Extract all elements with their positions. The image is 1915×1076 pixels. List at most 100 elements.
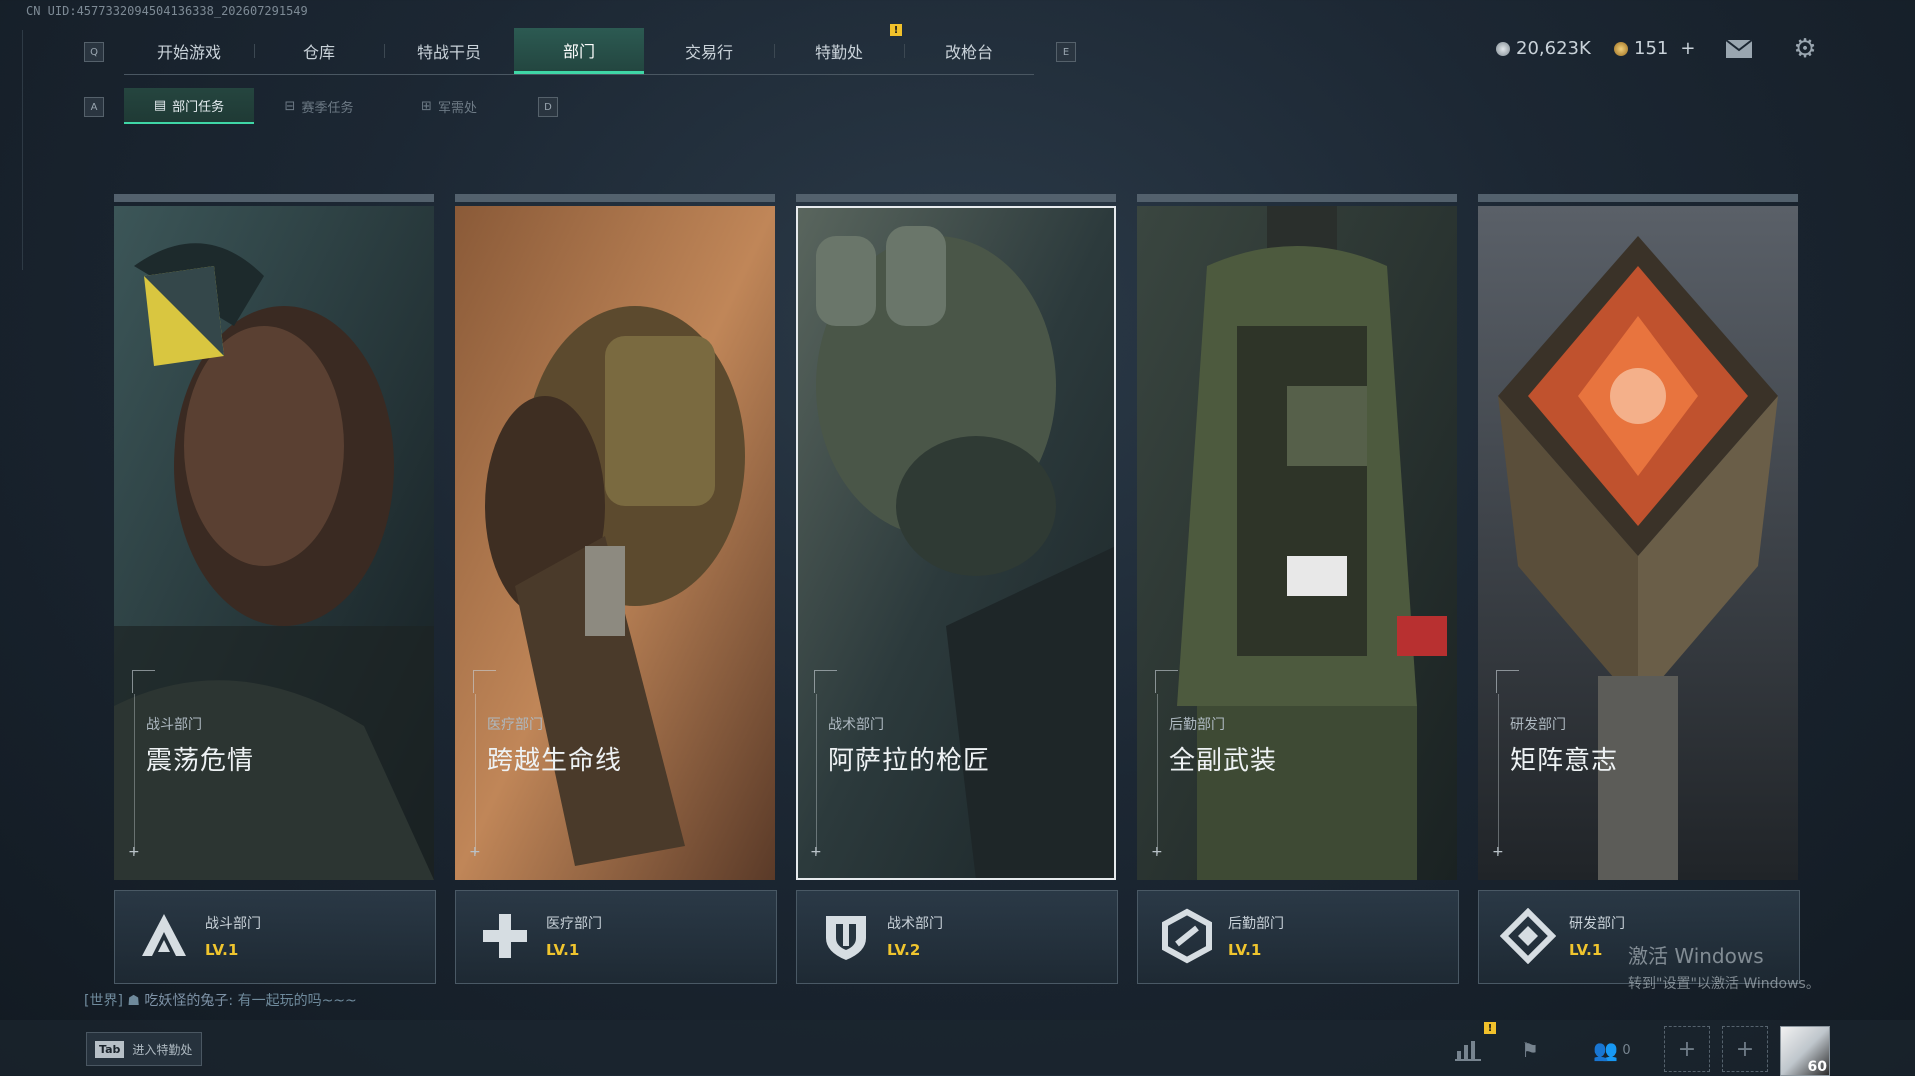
card-header-bar — [796, 194, 1116, 202]
dept-name: 研发部门 — [1569, 916, 1625, 932]
corner-bracket — [1155, 670, 1178, 693]
card-header-bar — [455, 194, 775, 202]
chat-message: 有一起玩的吗~~~ — [237, 993, 357, 1009]
left-decoration-line — [22, 30, 23, 270]
sub-nav: ▤ 部门任务 ⊟ 赛季任务 ⊞ 军需处 — [124, 88, 514, 124]
prev-sub-key[interactable]: A — [84, 97, 104, 117]
card-art — [455, 206, 775, 880]
friends-count: 0 — [1622, 1042, 1631, 1058]
next-tab-key[interactable]: E — [1056, 42, 1076, 62]
tab-gunsmith[interactable]: 改枪台 — [904, 28, 1034, 74]
card-header-bar — [1137, 194, 1457, 202]
dept-info-logistics[interactable]: 后勤部门 LV.1 — [1137, 890, 1459, 984]
dept-card-medical[interactable]: + 医疗部门 跨越生命线 — [455, 194, 775, 880]
player-avatar[interactable]: 60 — [1780, 1026, 1830, 1076]
tactical-emblem-icon — [815, 905, 877, 967]
card-art — [1137, 206, 1457, 880]
combat-operator-illustration — [114, 206, 434, 880]
subtab-label: 部门任务 — [172, 99, 225, 115]
card-guide-line — [134, 694, 135, 854]
watermark-line1: 激活 Windows — [1628, 944, 1764, 968]
add-party-slot-2[interactable]: + — [1722, 1026, 1768, 1072]
tab-trading[interactable]: 交易行 — [644, 28, 774, 74]
season-icon: ⊟ — [284, 98, 296, 114]
card-title: 矩阵意志 — [1510, 746, 1619, 776]
flag-icon[interactable]: ⚑ — [1514, 1034, 1546, 1066]
tab-operators[interactable]: 特战干员 — [384, 28, 514, 74]
add-currency-button[interactable]: + — [1680, 38, 1695, 59]
settings-gear-icon[interactable]: ⚙ — [1790, 34, 1820, 64]
subtab-supply[interactable]: ⊞ 军需处 — [384, 88, 514, 124]
subtab-label: 赛季任务 — [301, 100, 354, 116]
stats-alert-badge: ! — [1484, 1022, 1496, 1034]
friends-button[interactable]: 👥 0 — [1586, 1034, 1638, 1066]
nav-warning-badge: ! — [890, 24, 902, 36]
chat-channel: [世界] — [84, 993, 123, 1009]
next-sub-key[interactable]: D — [538, 97, 558, 117]
prev-tab-key[interactable]: Q — [84, 42, 104, 62]
currency-main: 20,623K — [1496, 38, 1591, 59]
card-header-bar — [1478, 194, 1798, 202]
medical-operator-illustration — [455, 206, 775, 880]
chat-sender[interactable]: 吃妖怪的兔子 — [144, 993, 228, 1009]
card-guide-line — [1157, 694, 1158, 854]
windows-activation-watermark: 激活 Windows 转到"设置"以激活 Windows。 — [1628, 940, 1820, 993]
subtab-dept-tasks[interactable]: ▤ 部门任务 — [124, 88, 254, 124]
logistics-operator-illustration — [1137, 206, 1457, 880]
crosshair-mark: + — [469, 844, 481, 860]
card-art — [114, 206, 434, 880]
tab-special-ops[interactable]: 特勤处 — [774, 28, 904, 74]
supply-icon: ⊞ — [421, 98, 432, 114]
stats-chart-icon[interactable] — [1452, 1034, 1484, 1066]
dept-name: 战术部门 — [887, 916, 943, 932]
tab-department[interactable]: 部门 — [514, 28, 644, 74]
tactical-operator-illustration — [796, 206, 1116, 880]
card-title: 全副武装 — [1169, 746, 1278, 776]
silver-coin-icon — [1496, 41, 1510, 56]
dept-name: 医疗部门 — [546, 916, 602, 932]
mail-icon[interactable] — [1724, 34, 1754, 64]
dept-card-logistics[interactable]: + 后勤部门 全副武装 — [1137, 194, 1457, 880]
corner-bracket — [814, 670, 837, 693]
chat-line[interactable]: [世界] ☗ 吃妖怪的兔子: 有一起玩的吗~~~ — [84, 990, 357, 1010]
dept-name: 战斗部门 — [205, 916, 261, 932]
card-dept-label: 后勤部门 — [1169, 717, 1225, 733]
enter-special-ops-button[interactable]: Tab 进入特勤处 — [86, 1032, 202, 1066]
crosshair-mark: + — [810, 844, 822, 860]
task-icon: ▤ — [153, 97, 167, 113]
add-party-slot-1[interactable]: + — [1664, 1026, 1710, 1072]
crosshair-mark: + — [1151, 844, 1163, 860]
tab-warehouse[interactable]: 仓库 — [254, 28, 384, 74]
card-guide-line — [816, 694, 817, 854]
tab-key: Tab — [95, 1040, 125, 1058]
card-art — [1478, 206, 1798, 880]
dept-info-tactical[interactable]: 战术部门 LV.2 — [796, 890, 1118, 984]
card-header-bar — [114, 194, 434, 202]
card-title: 跨越生命线 — [487, 746, 623, 776]
subtab-season-tasks[interactable]: ⊟ 赛季任务 — [254, 88, 384, 124]
currency-secondary: 151 + — [1614, 38, 1695, 59]
crosshair-mark: + — [1492, 844, 1504, 860]
medical-emblem-icon — [474, 905, 536, 967]
dept-level: LV.2 — [887, 941, 921, 959]
dept-level: LV.1 — [205, 941, 239, 959]
crosshair-mark: + — [128, 844, 140, 860]
dept-card-tactical[interactable]: + 战术部门 阿萨拉的枪匠 — [796, 194, 1116, 880]
research-matrix-illustration — [1478, 206, 1798, 880]
dept-card-combat[interactable]: + 战斗部门 震荡危情 — [114, 194, 434, 880]
card-guide-line — [1498, 694, 1499, 854]
card-dept-label: 研发部门 — [1510, 717, 1566, 733]
chat-user-icon: ☗ — [127, 993, 140, 1009]
card-dept-label: 战术部门 — [828, 717, 884, 733]
corner-bracket — [132, 670, 155, 693]
dept-card-research[interactable]: + 研发部门 矩阵意志 — [1478, 194, 1798, 880]
player-level: 60 — [1807, 1059, 1827, 1075]
card-title: 震荡危情 — [146, 746, 255, 776]
dept-info-combat[interactable]: 战斗部门 LV.1 — [114, 890, 436, 984]
gold-coin-icon — [1614, 41, 1628, 56]
dept-name: 后勤部门 — [1228, 916, 1284, 932]
dept-info-medical[interactable]: 医疗部门 LV.1 — [455, 890, 777, 984]
combat-emblem-icon — [133, 905, 195, 967]
logistics-emblem-icon — [1156, 905, 1218, 967]
tab-start-game[interactable]: 开始游戏 — [124, 28, 254, 74]
